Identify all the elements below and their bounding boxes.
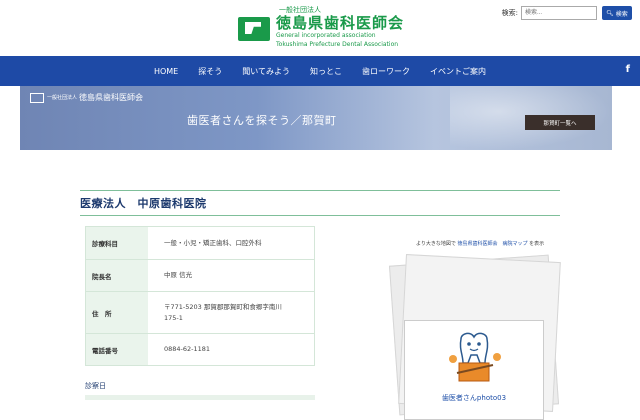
banner-org-name: 徳島県歯科医師会 <box>79 93 144 102</box>
photo-card-front[interactable]: 歯医者さんphoto03 <box>404 320 544 420</box>
site-logo[interactable]: 一般社団法人 徳島県歯科医師会 General incorporated ass… <box>238 7 404 49</box>
search-icon: 🔍︎ <box>606 10 614 17</box>
logo-org-name: 徳島県歯科医師会 <box>276 14 405 32</box>
map-link-suffix: を表示 <box>527 241 545 247</box>
search-form: 検索: 🔍︎ 検索 <box>502 6 632 20</box>
photo-gallery[interactable]: 歯医者さんphoto03 <box>388 254 564 420</box>
map-link-prefix: より大きな地図で <box>416 241 458 247</box>
logo-mark-icon <box>238 17 270 41</box>
banner-title: 歯医者さんを探そう／那賀町 <box>187 114 337 127</box>
table-row: 診療科目 一般・小児・矯正歯科、口腔外科 <box>85 226 315 260</box>
banner-org-sub: 一般社団法人 <box>47 95 78 101</box>
row-value: 中原 信光 <box>164 271 193 280</box>
clinic-title: 医療法人 中原歯科医院 <box>80 197 207 210</box>
hours-heading: 診察日 <box>85 382 106 390</box>
hours-table-top <box>85 395 315 400</box>
search-input[interactable] <box>521 6 597 20</box>
facebook-icon[interactable]: f <box>626 64 630 75</box>
address-line-2: 175-1 <box>164 313 183 322</box>
address-line-1: 〒771-5203 那賀郡那賀町和食郷字南川 <box>164 303 282 312</box>
search-label: 検索: <box>501 9 518 17</box>
row-value: 0884-62-1181 <box>164 345 211 354</box>
banner-logo-icon <box>30 92 44 103</box>
search-button[interactable]: 🔍︎ 検索 <box>602 6 632 20</box>
nav-item-search[interactable]: 探そう <box>198 66 222 77</box>
photo-caption: 歯医者さんphoto03 <box>441 394 507 402</box>
banner-org: 一般社団法人 徳島県歯科医師会 <box>30 92 143 103</box>
logo-org-en-1: General incorporated association <box>276 32 376 39</box>
table-row: 住 所 〒771-5203 那賀郡那賀町和食郷字南川 175-1 <box>85 292 315 334</box>
nav-item-events[interactable]: イベントご案内 <box>430 66 486 77</box>
row-value: 一般・小児・矯正歯科、口腔外科 <box>164 238 262 247</box>
row-label: 住 所 <box>86 292 148 333</box>
main-nav: HOME 探そう 聞いてみよう 知っとこ 歯ローワーク イベントご案内 f <box>0 56 640 86</box>
map-link-text: より大きな地図で 徳島県歯科医師会 病院マップ を表示 <box>416 240 544 247</box>
row-label: 院長名 <box>86 260 148 291</box>
nav-item-know[interactable]: 知っとこ <box>310 66 342 77</box>
nav-item-ask[interactable]: 聞いてみよう <box>242 66 290 77</box>
logo-text: 一般社団法人 徳島県歯科医師会 General incorporated ass… <box>276 7 404 49</box>
area-list-button[interactable]: 那賀町一覧へ <box>525 115 595 130</box>
row-value: 〒771-5203 那賀郡那賀町和食郷字南川 175-1 <box>148 292 314 333</box>
clinic-info-table: 診療科目 一般・小児・矯正歯科、口腔外科 院長名 中原 信光 住 所 〒771-… <box>85 226 315 366</box>
clinic-heading: 医療法人 中原歯科医院 <box>80 190 560 216</box>
table-row: 電話番号 0884-62-1181 <box>85 334 315 366</box>
logo-org-sub: 一般社団法人 <box>279 6 321 14</box>
row-label: 診療科目 <box>86 227 148 259</box>
map-link[interactable]: 徳島県歯科医師会 病院マップ <box>458 241 528 247</box>
row-label: 電話番号 <box>86 334 148 365</box>
table-row: 院長名 中原 信光 <box>85 260 315 292</box>
page-banner: 一般社団法人 徳島県歯科医師会 歯医者さんを探そう／那賀町 那賀町一覧へ <box>20 86 612 150</box>
nav-item-home[interactable]: HOME <box>154 67 178 76</box>
tooth-mascot-icon <box>449 332 501 382</box>
search-button-label: 検索 <box>615 11 628 18</box>
site-header: 一般社団法人 徳島県歯科医師会 General incorporated ass… <box>0 0 640 56</box>
nav-item-work[interactable]: 歯ローワーク <box>362 66 410 77</box>
logo-org-en-2: Tokushima Prefecture Dental Association <box>276 40 399 48</box>
